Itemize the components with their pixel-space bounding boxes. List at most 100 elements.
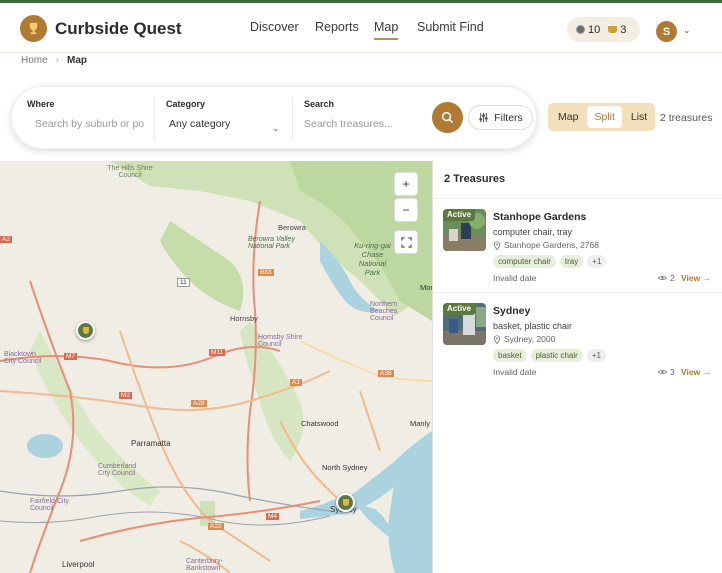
treasure-marker[interactable]	[76, 321, 95, 340]
map-label: Ku-ring-gai Chase National Park	[354, 241, 391, 277]
location-pin-icon	[493, 240, 501, 250]
view-count: 2	[658, 273, 675, 283]
tag-list: basket plastic chair +1	[493, 349, 606, 362]
location-text: Sydney, 2000	[504, 334, 556, 344]
category-select[interactable]: Any category	[169, 118, 230, 130]
trophy-icon	[342, 499, 349, 506]
breadcrumb-current: Map	[67, 55, 88, 66]
more-tags-badge: +1	[587, 255, 607, 268]
map-label: Chatswood	[301, 419, 339, 428]
treasure-title[interactable]: Sydney	[493, 305, 530, 317]
tag: computer chair	[493, 255, 556, 268]
road-shield: A22	[208, 523, 224, 530]
map-label: Mona	[420, 283, 432, 292]
road-shield: M2	[119, 392, 133, 399]
user-stats[interactable]: 10 3	[567, 17, 640, 42]
location-text: Stanhope Gardens, 2768	[504, 240, 599, 250]
trophies-badge: 3	[608, 24, 626, 36]
treasure-date: Invalid date	[493, 367, 537, 377]
where-input[interactable]: Search by suburb or po	[35, 118, 144, 130]
view-count-value: 3	[670, 367, 675, 377]
coins-badge: 10	[576, 24, 600, 36]
treasure-thumbnail[interactable]: Active	[443, 303, 486, 345]
field-divider	[292, 97, 293, 141]
search-card: Where Search by suburb or po Category An…	[11, 86, 537, 149]
breadcrumb-home[interactable]: Home	[21, 55, 48, 66]
avatar[interactable]: S	[656, 21, 677, 42]
status-badge: Active	[443, 303, 476, 315]
map-label: Manly	[410, 419, 431, 428]
trophies-count: 3	[620, 23, 627, 36]
eye-icon	[658, 276, 667, 280]
road-shield: M7	[64, 353, 78, 360]
breadcrumb: Home › Map	[21, 55, 87, 66]
trophy-icon	[29, 22, 38, 35]
map-view[interactable]: The Hills Shire Council Ku-ring-gai Chas…	[0, 161, 432, 573]
zoom-in-button[interactable]: +	[394, 172, 418, 196]
field-divider	[154, 97, 155, 141]
zoom-out-button[interactable]: −	[394, 198, 418, 222]
treasure-location: Stanhope Gardens, 2768	[493, 240, 599, 250]
view-toggle: Map Split List	[548, 103, 655, 131]
view-count: 3	[658, 367, 675, 377]
app-name[interactable]: Curbside Quest	[55, 19, 182, 39]
road-shield: A28	[191, 400, 207, 407]
map-label: Parramatta	[131, 439, 171, 448]
map-label: Canterbury-Bankstown	[186, 558, 223, 572]
coin-icon	[576, 25, 585, 34]
chevron-down-icon[interactable]: ⌄	[683, 25, 691, 36]
coins-count: 10	[588, 23, 601, 36]
search-label: Search	[304, 99, 335, 109]
chevron-right-icon: ›	[55, 55, 60, 66]
location-pin-icon	[493, 334, 501, 344]
view-link[interactable]: View →	[681, 273, 711, 283]
filters-label: Filters	[494, 111, 523, 124]
view-map-button[interactable]: Map	[551, 106, 585, 128]
trophy-icon	[608, 26, 618, 33]
filters-button[interactable]: Filters	[468, 105, 533, 130]
category-label: Category	[166, 99, 206, 109]
trophy-logo-icon[interactable]	[20, 15, 47, 42]
treasure-date: Invalid date	[493, 273, 537, 283]
treasure-marker[interactable]	[336, 493, 355, 512]
map-label: Cumberland City Council	[98, 463, 137, 477]
nav-submit-find[interactable]: Submit Find	[417, 20, 484, 34]
map-label: Berowra	[278, 223, 306, 232]
nav-map[interactable]: Map	[374, 20, 399, 40]
map-label: Hornsby Shire Council	[258, 334, 303, 348]
category-field[interactable]: Category Any category	[166, 99, 230, 130]
treasure-card[interactable]: Active Stanhope Gardens computer chair, …	[433, 199, 722, 293]
map-label: Blacktown City Council	[4, 351, 42, 365]
view-split-button[interactable]: Split	[587, 106, 622, 128]
results-panel: 2 Treasures Active Stanhope Gardens comp…	[432, 161, 722, 573]
search-field[interactable]: Search Search treasures...	[304, 99, 393, 130]
search-icon	[441, 111, 454, 124]
view-link[interactable]: View →	[681, 367, 711, 377]
search-button[interactable]	[432, 102, 463, 133]
treasure-thumbnail[interactable]: Active	[443, 209, 486, 251]
status-badge: Active	[443, 209, 476, 221]
road-shield: A1	[290, 379, 302, 386]
treasure-title[interactable]: Stanhope Gardens	[493, 211, 586, 223]
map-label: Berowra Valley National Park	[248, 236, 295, 250]
view-count-value: 2	[670, 273, 675, 283]
nav-discover[interactable]: Discover	[250, 20, 299, 34]
map-label: Northern Beaches Council	[370, 301, 398, 322]
road-shield: M11	[209, 349, 226, 356]
treasure-location: Sydney, 2000	[493, 334, 555, 344]
result-count: 2 treasures	[660, 112, 713, 124]
road-shield: M4	[266, 513, 280, 520]
search-input[interactable]: Search treasures...	[304, 118, 393, 130]
treasure-card[interactable]: Active Sydney basket, plastic chair Sydn…	[433, 293, 722, 387]
panel-title: 2 Treasures	[444, 173, 506, 185]
sliders-icon	[479, 112, 488, 123]
trophy-icon	[82, 327, 89, 334]
road-shield: A38	[378, 370, 394, 377]
nav-reports[interactable]: Reports	[315, 20, 359, 34]
fullscreen-button[interactable]	[394, 230, 418, 254]
chevron-down-icon[interactable]: ⌄	[272, 123, 280, 134]
map-label: The Hills Shire Council	[107, 165, 153, 179]
view-list-button[interactable]: List	[624, 106, 654, 128]
eye-icon	[658, 370, 667, 374]
where-field[interactable]: Where Search by suburb or po	[27, 99, 144, 130]
